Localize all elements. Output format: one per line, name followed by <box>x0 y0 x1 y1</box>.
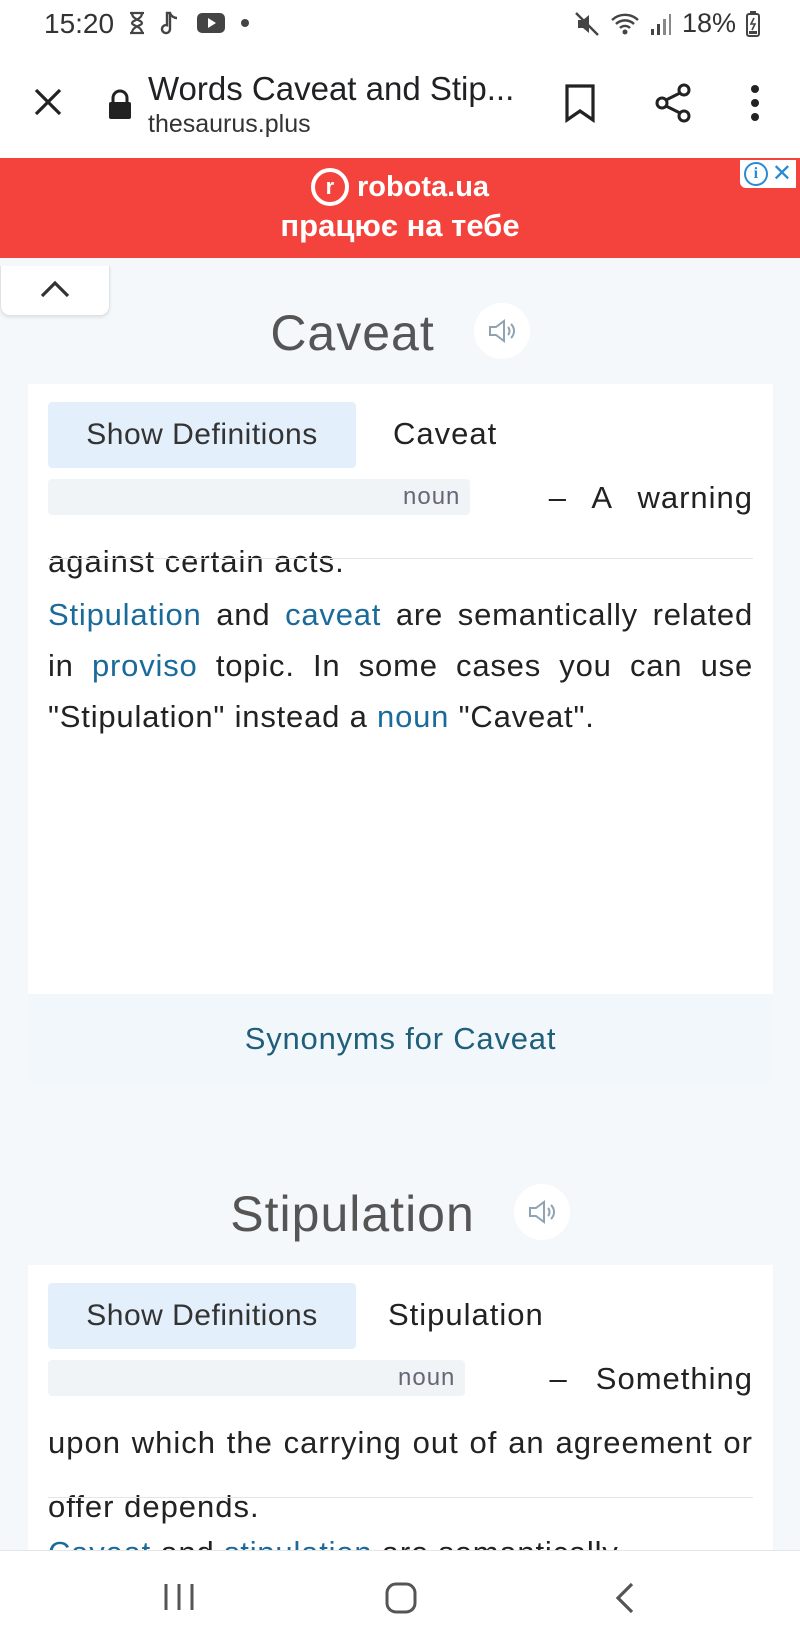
link-stipulation[interactable]: Stipulation <box>48 597 202 632</box>
back-icon[interactable] <box>612 1581 638 1615</box>
bookmark-icon[interactable] <box>560 80 600 126</box>
link-noun[interactable]: noun <box>377 699 449 734</box>
status-bar: 15:20 18% <box>0 0 800 50</box>
ad-brand-row: r robota.ua <box>0 168 800 206</box>
home-icon[interactable] <box>384 1581 418 1615</box>
part-of-speech-badge: noun <box>48 478 471 515</box>
word-heading-stipulation: Stipulation <box>0 1183 800 1246</box>
pronounce-button[interactable] <box>473 302 530 359</box>
divider <box>48 1497 753 1498</box>
speaker-icon <box>488 318 515 343</box>
link-proviso[interactable]: proviso <box>92 648 198 683</box>
word-heading-text: Caveat <box>270 305 435 361</box>
relation-text: Stipulation and caveat are semantically … <box>48 589 753 742</box>
ad-banner[interactable]: r robota.ua працює на тебе i ✕ <box>0 158 800 258</box>
page-url[interactable]: thesaurus.plus <box>148 110 311 139</box>
definition-text: Stipulation noun – Something upon which … <box>48 1297 753 1524</box>
text-segment: "Caveat". <box>449 699 595 734</box>
page-title[interactable]: Words Caveat and Stip... <box>148 70 514 108</box>
definition-text: Caveat noun – A warning against certain … <box>48 416 754 579</box>
mute-icon <box>574 11 600 37</box>
link-caveat[interactable]: caveat <box>285 597 381 632</box>
speaker-icon <box>528 1199 555 1224</box>
ad-logo-icon: r <box>310 168 349 206</box>
recent-apps-icon[interactable] <box>162 1581 196 1613</box>
text-segment: and <box>201 597 286 632</box>
ad-brand: robota.ua <box>356 170 490 203</box>
browser-toolbar: Words Caveat and Stip... thesaurus.plus <box>0 50 800 158</box>
divider <box>48 558 753 559</box>
word-heading-caveat: Caveat <box>0 302 800 365</box>
def-word: Caveat <box>393 416 498 451</box>
more-options-icon[interactable] <box>740 80 770 126</box>
hourglass-icon <box>128 11 146 35</box>
word-heading-text: Stipulation <box>230 1186 475 1242</box>
ad-controls: i ✕ <box>739 160 796 188</box>
def-word: Stipulation <box>388 1297 544 1332</box>
chevron-up-icon <box>40 280 70 298</box>
youtube-icon <box>196 12 226 34</box>
status-right: 18% <box>574 8 760 39</box>
battery-text: 18% <box>681 8 736 38</box>
signal-icon <box>650 12 672 36</box>
share-icon[interactable] <box>650 80 696 126</box>
dot-icon <box>240 18 250 28</box>
definition-card-caveat: Show Definitions Caveat noun – A warning… <box>28 384 773 1084</box>
wifi-icon <box>610 11 640 37</box>
status-left-icons <box>128 10 250 36</box>
definition-card-stipulation: Show Definitions Stipulation noun – Some… <box>28 1265 773 1555</box>
part-of-speech-badge: noun <box>48 1359 466 1396</box>
status-time: 15:20 <box>44 8 115 39</box>
ad-close-icon[interactable]: ✕ <box>772 162 792 186</box>
pronounce-button[interactable] <box>513 1183 570 1240</box>
lock-icon[interactable] <box>106 88 134 122</box>
music-note-icon <box>160 10 182 36</box>
synonyms-link[interactable]: Synonyms for Caveat <box>28 994 773 1084</box>
ad-info-icon[interactable]: i <box>743 162 768 186</box>
battery-icon <box>746 10 760 37</box>
ad-tagline: працює на тебе <box>280 208 520 243</box>
android-nav-bar <box>0 1550 800 1645</box>
close-icon[interactable] <box>28 82 68 122</box>
